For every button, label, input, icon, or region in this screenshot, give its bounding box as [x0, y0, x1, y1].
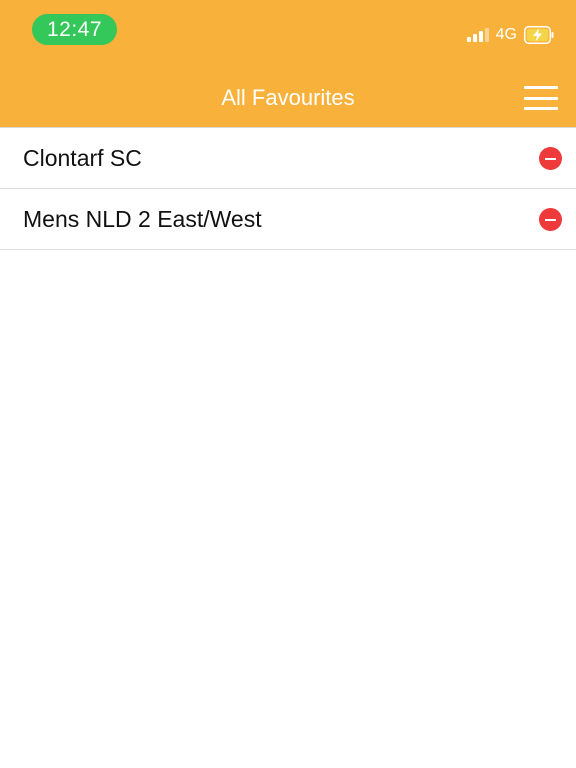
battery-charging-icon [524, 26, 554, 44]
signal-strength-icon [466, 28, 489, 42]
status-indicators: 4G [466, 22, 554, 48]
favourites-screen: 12:47 4G All Favourites Clontarf SC Mens… [0, 0, 576, 768]
favourite-label: Mens NLD 2 East/West [23, 205, 262, 232]
network-type: 4G [495, 26, 517, 43]
favourites-list: Clontarf SC Mens NLD 2 East/West [0, 128, 576, 250]
menu-line [524, 86, 558, 89]
list-item[interactable]: Clontarf SC [0, 128, 576, 189]
favourite-label: Clontarf SC [23, 144, 142, 171]
remove-icon[interactable] [539, 208, 562, 231]
page-title: All Favourites [221, 85, 355, 110]
remove-icon[interactable] [539, 147, 562, 170]
status-time: 12:47 [32, 14, 117, 45]
hamburger-menu-icon[interactable] [524, 86, 558, 110]
menu-line [524, 107, 558, 110]
menu-line [524, 96, 558, 100]
list-item[interactable]: Mens NLD 2 East/West [0, 189, 576, 250]
top-bar: 12:47 4G All Favourites [0, 0, 576, 128]
